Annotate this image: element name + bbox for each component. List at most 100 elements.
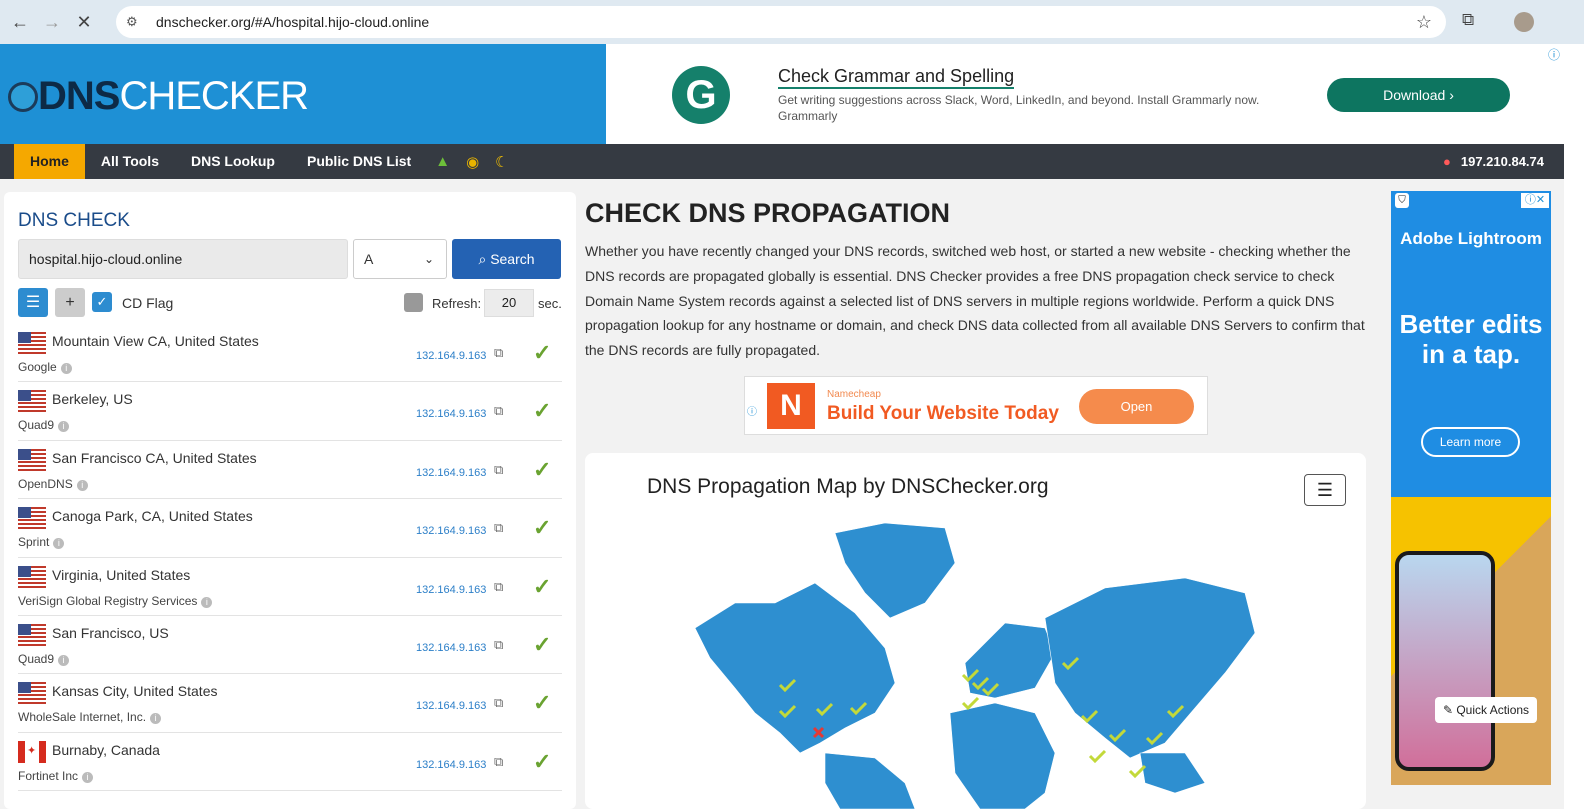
external-link-icon[interactable]: ⧉	[494, 754, 503, 770]
result-provider: VeriSign Global Registry Services i	[18, 594, 213, 608]
provider-name: Sprint	[18, 535, 50, 550]
result-row: San Francisco, US Quad9 i 132.164.9.163 ⧉ ✓	[18, 616, 562, 675]
page-edge	[1564, 44, 1584, 809]
world-map	[694, 522, 1256, 809]
logo-dns: DNS	[38, 74, 120, 118]
flag-ca-icon: ✦	[18, 740, 46, 763]
location-pin-icon: ●	[1443, 154, 1451, 169]
logo-checker: CHECKER	[119, 74, 309, 118]
flag-us-icon	[18, 565, 46, 588]
dark-mode-moon-icon[interactable]: ☾	[495, 153, 508, 171]
nav-home[interactable]: Home	[14, 144, 85, 179]
result-ip-link[interactable]: 132.164.9.163	[416, 759, 486, 771]
result-provider: WholeSale Internet, Inc. i	[18, 710, 162, 725]
address-bar[interactable]: ⚙ dnschecker.org/#A/hospital.hijo-cloud.…	[116, 6, 1446, 38]
namecheap-ad[interactable]: ⓘ N Namecheap Build Your Website Today O…	[744, 376, 1208, 435]
profile-avatar[interactable]	[1514, 12, 1534, 32]
info-icon[interactable]: i	[150, 713, 162, 725]
ad-info-icon[interactable]: ⓘ	[1548, 46, 1560, 63]
info-icon[interactable]: i	[53, 538, 65, 550]
back-icon[interactable]: ←	[8, 10, 32, 34]
chevron-down-icon: ⌄	[423, 252, 434, 266]
nav-dns-lookup[interactable]: DNS Lookup	[175, 144, 291, 179]
nav-all-tools[interactable]: All Tools	[85, 144, 175, 179]
check-mark-icon: ✓	[533, 515, 552, 541]
info-icon[interactable]: i	[58, 654, 70, 666]
north-america	[694, 582, 896, 754]
result-row: Berkeley, US Quad9 i 132.164.9.163 ⧉ ✓	[18, 382, 562, 441]
browser-toolbar: ← → ✕ ⚙ dnschecker.org/#A/hospital.hijo-…	[0, 0, 1584, 44]
provider-name: OpenDNS	[18, 476, 73, 491]
check-mark-icon: ✓	[533, 631, 552, 657]
greenland	[834, 522, 956, 619]
check-mark-icon: ✓	[533, 398, 552, 424]
forward-icon[interactable]: →	[40, 10, 64, 34]
ad-close-icon[interactable]: ⓘ✕	[1521, 193, 1549, 208]
record-type-select[interactable]: A ⌄	[353, 239, 447, 279]
grammarly-ad[interactable]: G Check Grammar and Spelling Get writing…	[606, 44, 1564, 144]
info-icon[interactable]: i	[76, 479, 88, 491]
external-link-icon[interactable]: ⧉	[494, 345, 503, 361]
adchoices-icon[interactable]: ⛉	[1395, 193, 1409, 208]
result-ip-link[interactable]: 132.164.9.163	[416, 525, 486, 537]
result-ip-link[interactable]: 132.164.9.163	[416, 642, 486, 654]
result-location: Virginia, United States	[52, 566, 191, 583]
extensions-icon[interactable]: ⧉	[1462, 10, 1474, 30]
external-link-icon[interactable]: ⧉	[494, 637, 503, 653]
result-ip-link[interactable]: 132.164.9.163	[416, 467, 486, 479]
site-logo[interactable]: DNSCHECKER	[8, 74, 309, 119]
result-ip-link[interactable]: 132.164.9.163	[416, 700, 486, 712]
info-icon[interactable]: i	[82, 771, 94, 783]
open-button[interactable]: Open	[1079, 389, 1194, 424]
ad-title[interactable]: Check Grammar and Spelling	[778, 66, 1015, 89]
result-row: Kansas City, United States WholeSale Inte…	[18, 674, 562, 733]
download-label: Download	[1383, 87, 1446, 103]
refresh-interval-input[interactable]: 20	[484, 289, 534, 317]
ad-headline[interactable]: Build Your Website Today	[827, 403, 1059, 425]
result-location: San Francisco, US	[52, 624, 169, 641]
add-button[interactable]: +	[55, 288, 85, 317]
external-link-icon[interactable]: ⧉	[494, 403, 503, 419]
bookmark-star-icon[interactable]: ☆	[1416, 12, 1432, 33]
result-ip-link[interactable]: 132.164.9.163	[416, 350, 486, 362]
dns-check-panel: DNS CHECK hospital.hijo-cloud.online A ⌄ …	[4, 192, 576, 809]
chrome-icon[interactable]: ◉	[466, 153, 479, 171]
africa	[949, 702, 1056, 809]
download-button[interactable]: Download ›	[1327, 78, 1510, 112]
result-ip-link[interactable]: 132.164.9.163	[416, 408, 486, 420]
provider-name: Quad9	[18, 418, 55, 433]
result-location: Canoga Park, CA, United States	[52, 508, 253, 525]
nav-public-dns-list[interactable]: Public DNS List	[291, 144, 427, 179]
external-link-icon[interactable]: ⧉	[494, 462, 503, 478]
refresh-checkbox[interactable]	[404, 293, 423, 312]
south-america	[824, 752, 916, 809]
site-info-icon[interactable]: ⚙	[126, 14, 148, 30]
result-location: Mountain View CA, United States	[52, 333, 259, 349]
cd-flag-checkbox[interactable]: ✓	[92, 292, 112, 312]
result-ip-link[interactable]: 132.164.9.163	[416, 584, 486, 596]
main-nav: Home All Tools DNS Lookup Public DNS Lis…	[0, 144, 1564, 179]
provider-name: Google	[18, 360, 57, 374]
ad-text: Get writing suggestions across Slack, Wo…	[778, 93, 1260, 123]
adobe-lightroom-ad[interactable]: ⛉ ⓘ✕ Adobe Lightroom Better edits in a t…	[1391, 191, 1551, 785]
result-provider: Google i	[18, 360, 72, 374]
info-icon[interactable]: i	[58, 421, 70, 433]
filter-settings-button[interactable]: ☰	[18, 288, 48, 317]
domain-input[interactable]: hospital.hijo-cloud.online	[18, 239, 348, 279]
info-icon[interactable]: i	[201, 596, 213, 608]
external-link-icon[interactable]: ⧉	[494, 695, 503, 711]
info-icon[interactable]: i	[60, 363, 72, 374]
external-link-icon[interactable]: ⧉	[494, 579, 503, 595]
url-text[interactable]: dnschecker.org/#A/hospital.hijo-cloud.on…	[156, 14, 429, 30]
ad-phone-image	[1395, 551, 1495, 771]
search-button[interactable]: ⌕ Search	[452, 239, 561, 279]
search-label: Search	[490, 251, 535, 267]
android-icon[interactable]: ▲	[435, 153, 450, 170]
ad-info-icon[interactable]: ⓘ	[747, 403, 757, 418]
stop-loading-icon[interactable]: ✕	[72, 10, 96, 34]
external-link-icon[interactable]: ⧉	[494, 520, 503, 536]
learn-more-button[interactable]: Learn more	[1421, 427, 1520, 457]
flag-us-icon	[18, 332, 46, 354]
quick-actions-button[interactable]: ✎ Quick Actions	[1435, 697, 1537, 723]
ad-brand: Namecheap	[827, 389, 881, 400]
